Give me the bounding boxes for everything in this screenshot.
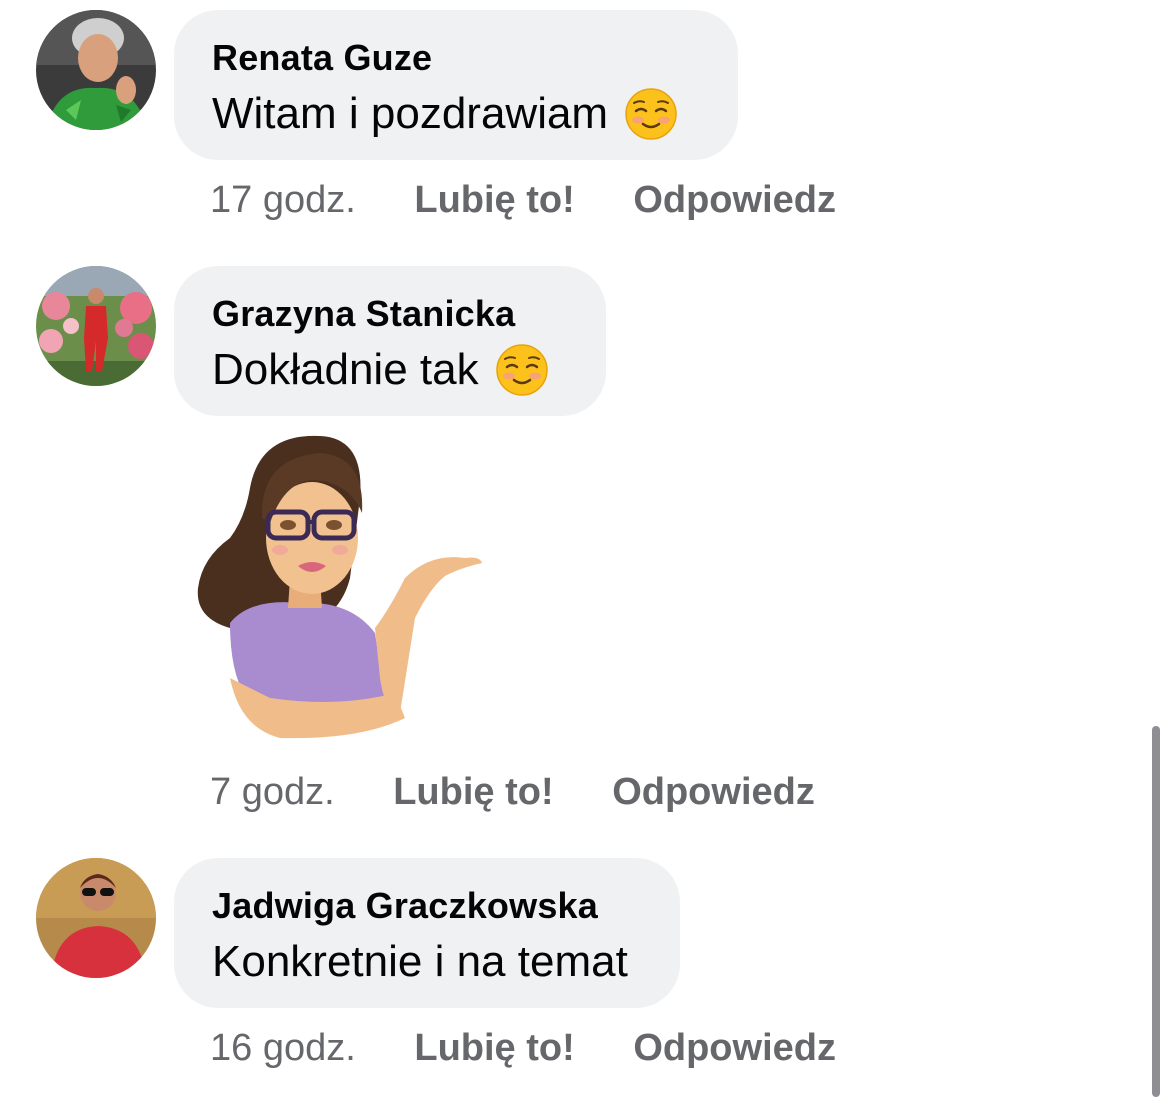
comment-timestamp: 7 godz. (210, 771, 335, 813)
comment-bubble: Jadwiga Graczkowska Konkretnie i na tema… (174, 858, 680, 1008)
avatar[interactable] (36, 10, 156, 130)
comment-author[interactable]: Renata Guze (212, 36, 700, 80)
comment-timestamp: 17 godz. (210, 179, 356, 221)
comment-author[interactable]: Jadwiga Graczkowska (212, 884, 642, 928)
comment-actions: 17 godz. Lubię to! Odpowiedz (210, 178, 836, 222)
smiling-face-emoji-icon (495, 343, 549, 397)
comment-timestamp: 16 godz. (210, 1027, 356, 1069)
smiling-face-emoji-icon (624, 87, 678, 141)
comment-actions: 7 godz. Lubię to! Odpowiedz (210, 770, 815, 814)
comment-author[interactable]: Grazyna Stanicka (212, 292, 568, 336)
like-button[interactable]: Lubię to! (393, 770, 553, 814)
reply-button[interactable]: Odpowiedz (633, 178, 836, 222)
like-button[interactable]: Lubię to! (414, 1026, 574, 1070)
scrollbar[interactable] (1152, 726, 1160, 1097)
avatar[interactable] (36, 266, 156, 386)
avatar[interactable] (36, 858, 156, 978)
comment-bubble: Grazyna Stanicka Dokładnie tak (174, 266, 606, 416)
comment-actions: 16 godz. Lubię to! Odpowiedz (210, 1026, 836, 1070)
avatar-sticker[interactable] (190, 428, 490, 748)
reply-button[interactable]: Odpowiedz (612, 770, 815, 814)
comment-bubble: Renata Guze Witam i pozdrawiam (174, 10, 738, 160)
reply-button[interactable]: Odpowiedz (633, 1026, 836, 1070)
comment-text: Dokładnie tak (212, 342, 568, 398)
comment-text-content: Dokładnie tak (212, 345, 479, 394)
comment-text-content: Konkretnie i na temat (212, 937, 628, 986)
like-button[interactable]: Lubię to! (414, 178, 574, 222)
comment-text: Witam i pozdrawiam (212, 86, 700, 142)
comment-text-content: Witam i pozdrawiam (212, 89, 609, 138)
comment-text: Konkretnie i na temat (212, 934, 642, 990)
